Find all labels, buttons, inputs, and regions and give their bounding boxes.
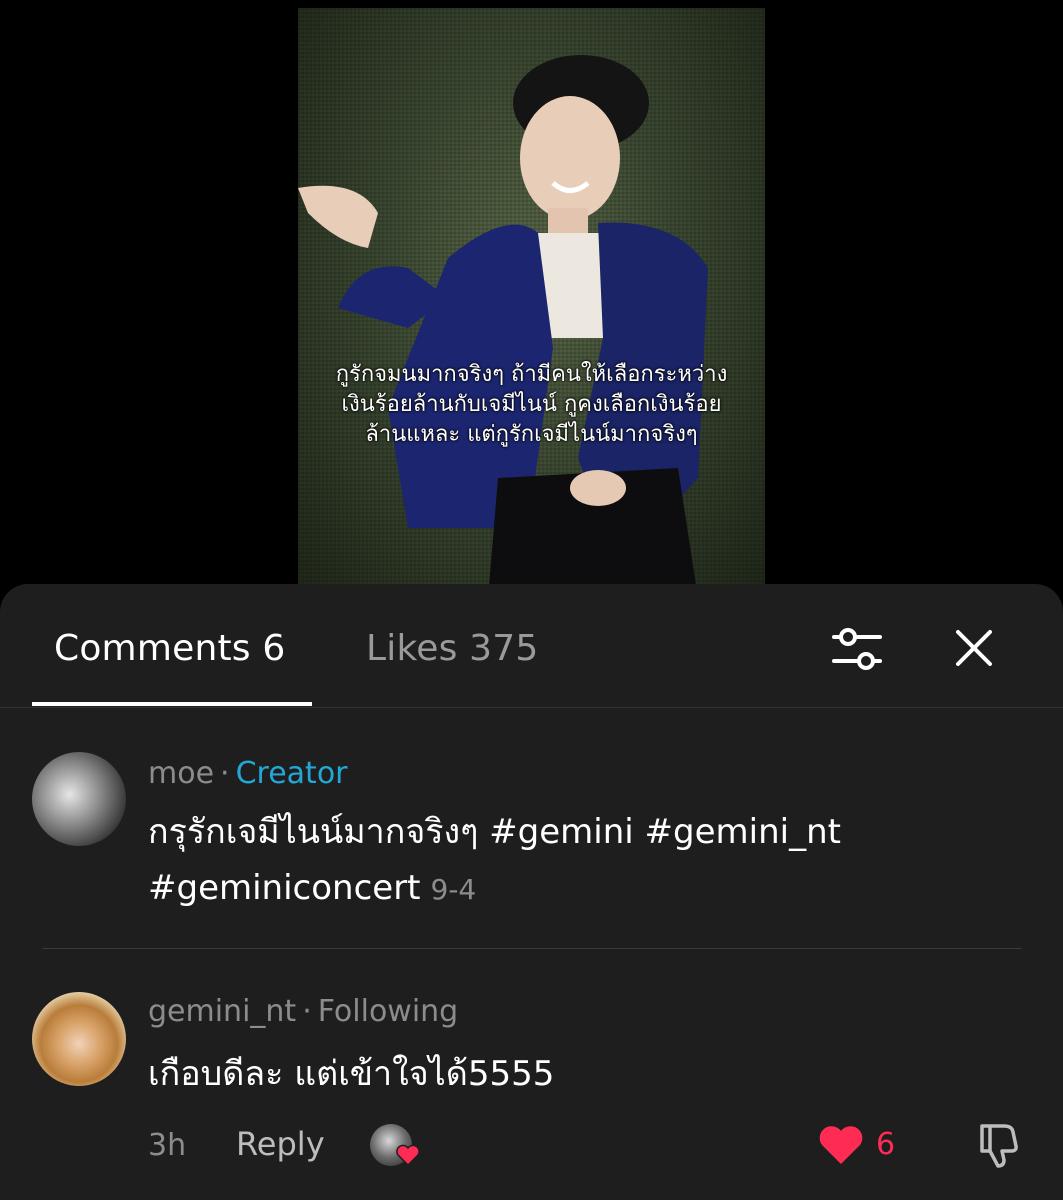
tab-comments[interactable]: Comments 6 (54, 628, 285, 669)
comment-divider (42, 948, 1022, 949)
active-tab-indicator (32, 702, 312, 706)
comment-meta: gemini_nt · Following (148, 994, 458, 1029)
comment-username[interactable]: moe (148, 756, 214, 791)
video-player[interactable]: กูรักจมนมากจริงๆ ถ้ามีคนให้เลือกระหว่าง … (298, 8, 765, 598)
sliders-icon (832, 628, 882, 670)
reply-button[interactable]: Reply (236, 1125, 325, 1163)
avatar[interactable] (32, 992, 126, 1086)
heart-icon[interactable] (818, 1124, 864, 1166)
meta-separator: · (220, 756, 230, 791)
heart-icon (396, 1144, 420, 1166)
thumbs-down-icon[interactable] (974, 1120, 1024, 1170)
comment-date: 9-4 (430, 873, 477, 906)
comment-text: เกือบดีละ แต่เข้าใจได้5555 (148, 1054, 555, 1094)
comment-meta: moe · Creator (148, 756, 348, 791)
caption-line: กูรักจมนมากจริงๆ ถ้ามีคนให้เลือกระหว่าง (335, 362, 728, 387)
person-illustration (298, 55, 708, 598)
close-button[interactable] (952, 626, 996, 670)
creator-badge: Creator (235, 756, 348, 791)
video-caption: กูรักจมนมากจริงๆ ถ้ามีคนให้เลือกระหว่าง … (298, 360, 765, 450)
caption-line: เงินร้อยล้านกับเจมีไนน์ กูคงเลือกเงินร้อ… (341, 392, 722, 417)
like-count: 6 (876, 1127, 896, 1162)
tab-bar: Comments 6 Likes 375 (0, 584, 1063, 708)
comment-username[interactable]: gemini_nt (148, 994, 296, 1029)
comment-time: 3h (148, 1128, 187, 1163)
comments-sheet: Comments 6 Likes 375 moe · Creator กรุรักเ… (0, 584, 1063, 1200)
comment-body: กรุรักเจมีไนน์มากจริงๆ #gemini #gemini_n… (148, 812, 841, 908)
tab-divider (0, 707, 1063, 708)
following-badge: Following (317, 994, 459, 1029)
meta-separator: · (302, 994, 312, 1029)
filter-button[interactable] (830, 624, 884, 674)
comment-text: กรุรักเจมีไนน์มากจริงๆ #gemini #gemini_n… (148, 804, 1008, 918)
close-icon (956, 630, 992, 666)
tab-likes[interactable]: Likes 375 (366, 628, 538, 669)
avatar[interactable] (32, 752, 126, 846)
caption-line: ล้านแหละ แต่กูรักเจมีไนน์มากจริงๆ (365, 422, 698, 447)
